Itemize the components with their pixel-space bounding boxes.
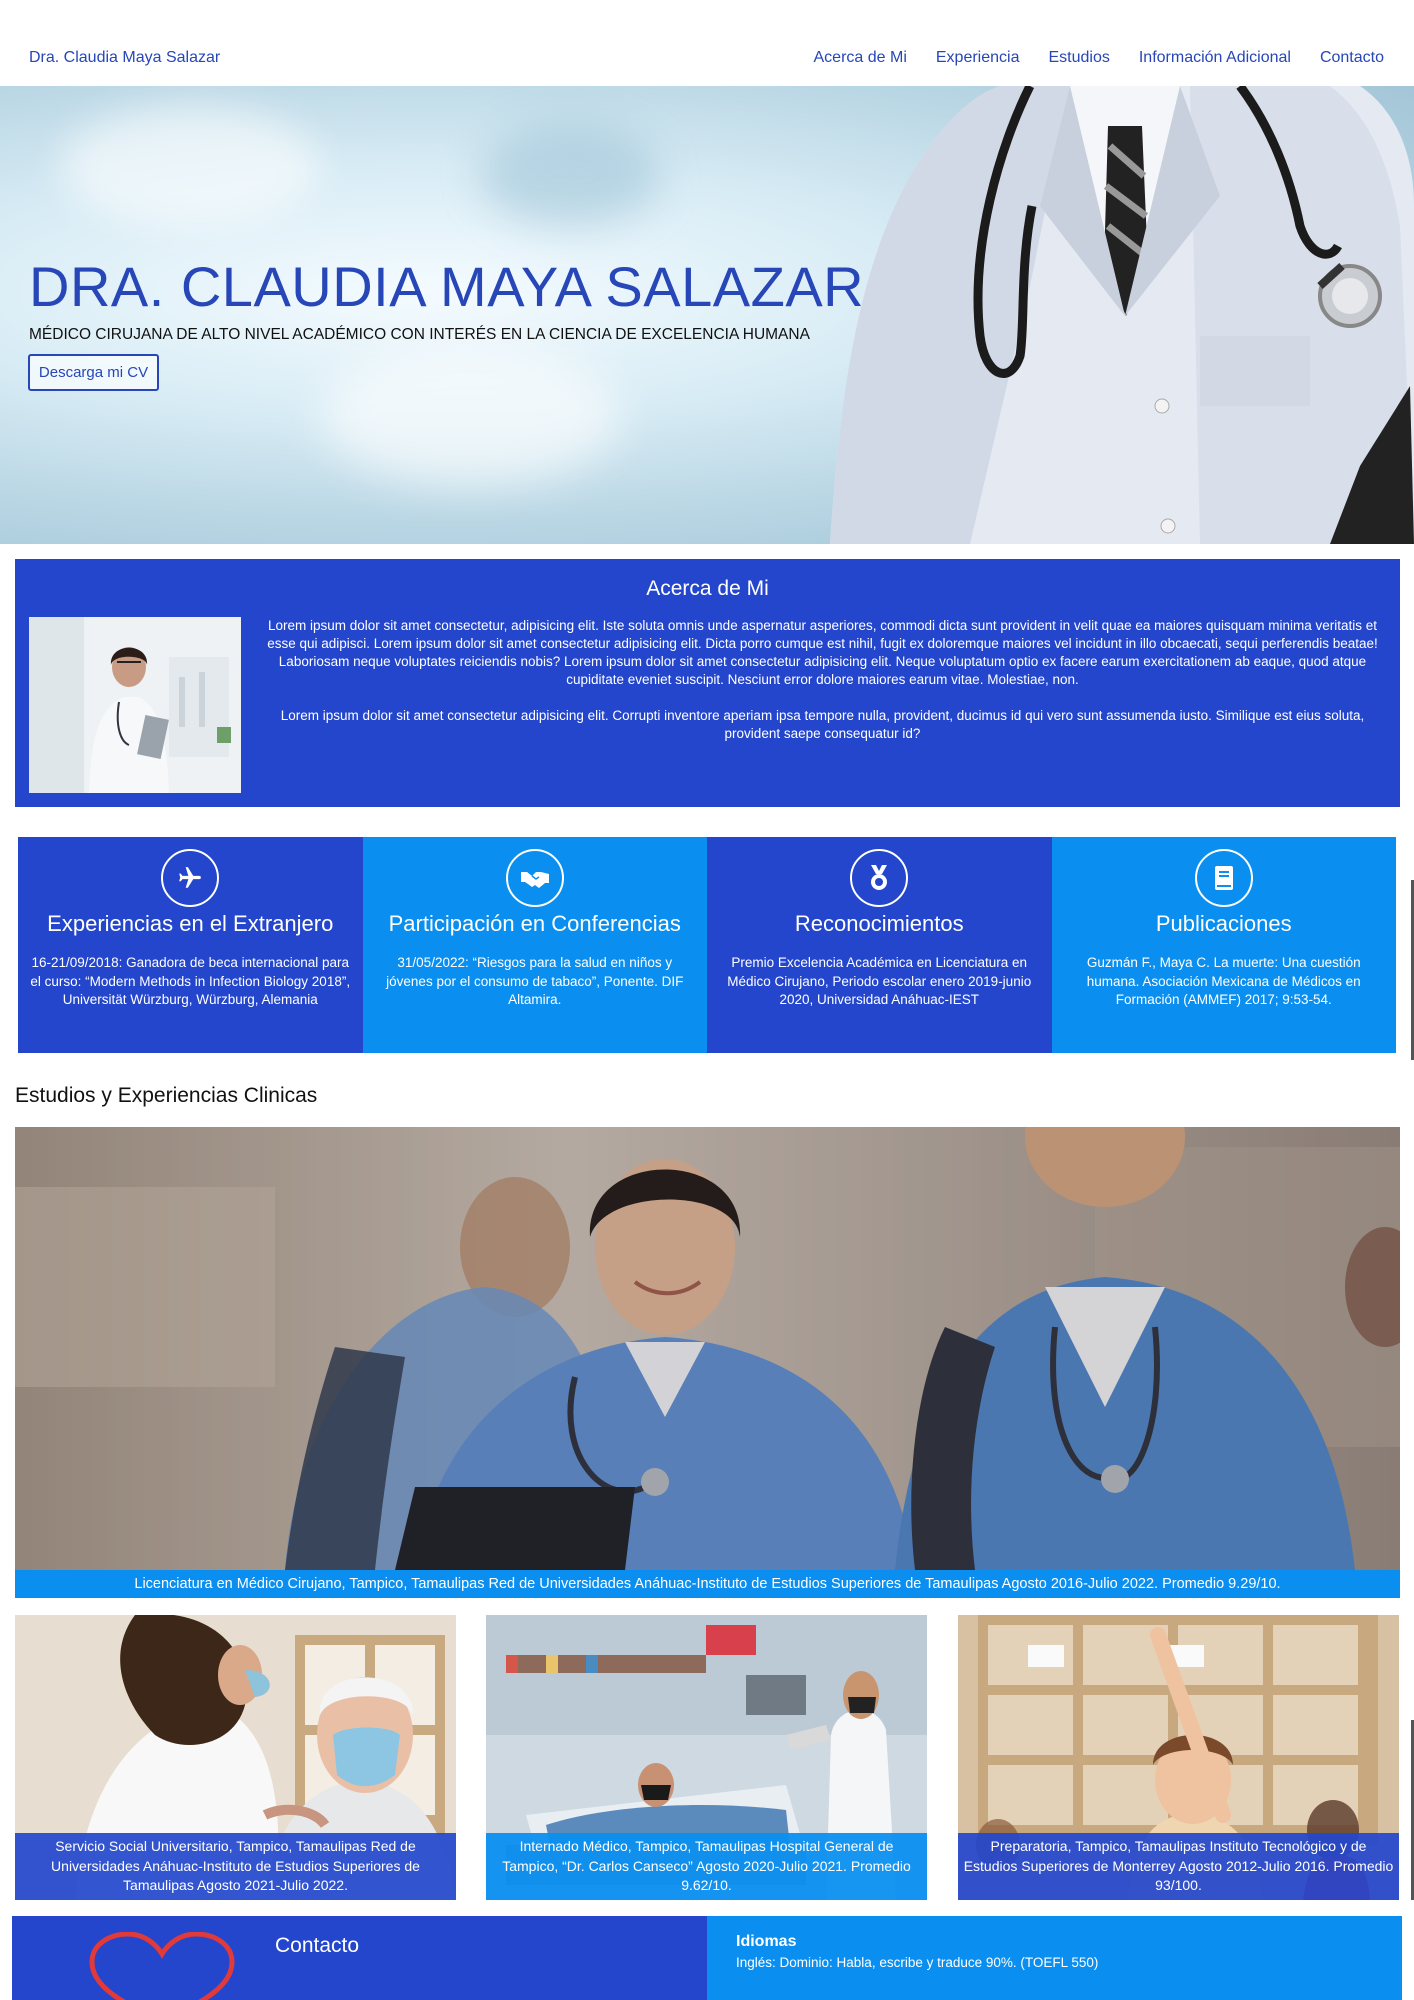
highlights-cards: Experiencias en el Extranjero 16-21/09/2… bbox=[18, 837, 1396, 1053]
servicio-social-caption: Servicio Social Universitario, Tampico, … bbox=[15, 1833, 456, 1900]
nav-item-contacto[interactable]: Contacto bbox=[1320, 49, 1384, 67]
contact-section: Contacto bbox=[12, 1916, 707, 2000]
card-conferencias: Participación en Conferencias 31/05/2022… bbox=[362, 837, 707, 1053]
card-text: Premio Excelencia Académica en Licenciat… bbox=[727, 955, 1032, 1007]
medal-icon bbox=[850, 849, 909, 907]
nav-menu: Acerca de Mi Experiencia Estudios Inform… bbox=[814, 49, 1385, 67]
book-icon bbox=[1194, 849, 1253, 907]
card-extranjero: Experiencias en el Extranjero 16-21/09/2… bbox=[18, 837, 363, 1053]
studies-title: Estudios y Experiencias Clinicas bbox=[15, 1084, 318, 1107]
handshake-icon bbox=[505, 849, 564, 907]
languages-section: Idiomas Inglés: Dominio: Habla, escribe … bbox=[707, 1916, 1402, 2000]
card-title: Experiencias en el Extranjero bbox=[47, 911, 334, 936]
languages-text: Inglés: Dominio: Habla, escribe y traduc… bbox=[736, 1955, 1099, 1970]
card-text: 31/05/2022: “Riesgos para la salud en ni… bbox=[386, 955, 684, 1007]
card-publicaciones: Publicaciones Guzmán F., Maya C. La muer… bbox=[1051, 837, 1396, 1053]
preparatoria-caption: Preparatoria, Tampico, Tamaulipas Instit… bbox=[958, 1833, 1399, 1900]
about-paragraph-1: Lorem ipsum dolor sit amet consectetur, … bbox=[267, 618, 1378, 687]
nav-item-estudios[interactable]: Estudios bbox=[1048, 49, 1109, 67]
internado-card: Internado Médico, Tampico, Tamaulipas Ho… bbox=[486, 1615, 927, 1900]
hero-banner: DRA. CLAUDIA MAYA SALAZAR MÉDICO CIRUJAN… bbox=[0, 86, 1414, 544]
top-navbar: Dra. Claudia Maya Salazar Acerca de Mi E… bbox=[0, 0, 1414, 86]
licenciatura-caption: Licenciatura en Médico Cirujano, Tampico… bbox=[15, 1570, 1400, 1598]
licenciatura-photo bbox=[15, 1127, 1400, 1570]
servicio-social-card: Servicio Social Universitario, Tampico, … bbox=[15, 1615, 456, 1900]
nav-item-experiencia[interactable]: Experiencia bbox=[936, 49, 1020, 67]
profile-photo bbox=[29, 617, 241, 793]
about-section: Acerca de Mi Lorem ipsum dolor sit amet … bbox=[15, 559, 1400, 807]
heart-icon bbox=[89, 1932, 235, 2000]
doctor-illustration bbox=[830, 86, 1414, 544]
about-title: Acerca de Mi bbox=[646, 577, 769, 600]
card-reconocimientos: Reconocimientos Premio Excelencia Académ… bbox=[707, 837, 1052, 1053]
internado-caption: Internado Médico, Tampico, Tamaulipas Ho… bbox=[486, 1833, 927, 1900]
card-text: Guzmán F., Maya C. La muerte: Una cuesti… bbox=[1086, 955, 1361, 1007]
card-title: Publicaciones bbox=[1155, 911, 1292, 936]
languages-title: Idiomas bbox=[736, 1933, 797, 1950]
download-cv-button[interactable]: Descarga mi CV bbox=[28, 354, 159, 391]
card-text: 16-21/09/2018: Ganadora de beca internac… bbox=[30, 955, 351, 1007]
about-text: Lorem ipsum dolor sit amet consectetur, … bbox=[255, 617, 1390, 743]
hero-subtitle: MÉDICO CIRUJANA DE ALTO NIVEL ACADÉMICO … bbox=[29, 326, 810, 343]
brand-link[interactable]: Dra. Claudia Maya Salazar bbox=[29, 49, 220, 67]
contact-title: Contacto bbox=[275, 1934, 360, 1957]
preparatoria-card: Preparatoria, Tampico, Tamaulipas Instit… bbox=[958, 1615, 1399, 1900]
about-paragraph-2: Lorem ipsum dolor sit amet consectetur a… bbox=[280, 708, 1365, 741]
nav-item-informacion[interactable]: Información Adicional bbox=[1139, 49, 1291, 67]
card-title: Participación en Conferencias bbox=[388, 911, 681, 936]
nav-item-acerca[interactable]: Acerca de Mi bbox=[814, 49, 907, 67]
card-title: Reconocimientos bbox=[794, 911, 964, 936]
airplane-icon bbox=[161, 849, 220, 907]
hero-title: DRA. CLAUDIA MAYA SALAZAR bbox=[29, 255, 865, 318]
